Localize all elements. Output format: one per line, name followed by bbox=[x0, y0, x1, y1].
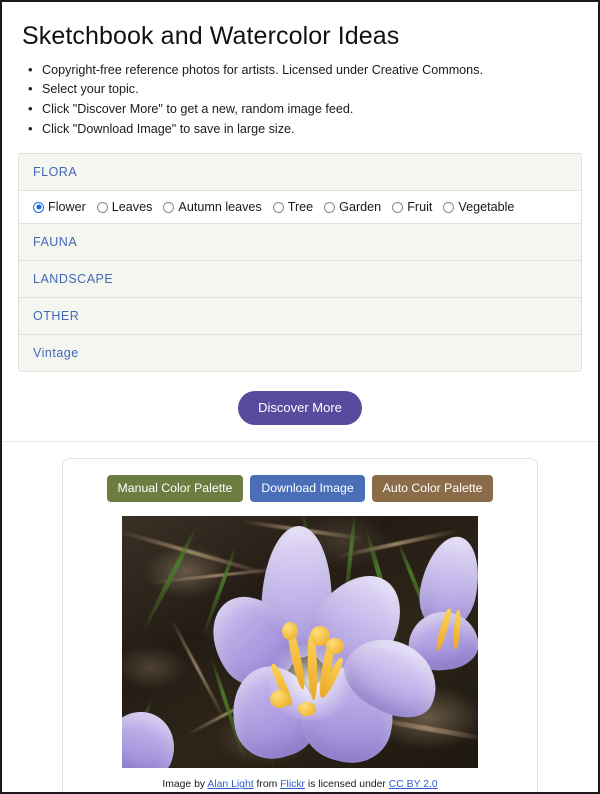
radio-label: Vegetable bbox=[458, 200, 515, 215]
twig-shape bbox=[372, 716, 478, 741]
radio-mark-icon bbox=[96, 201, 108, 213]
accordion-header-landscape[interactable]: LANDSCAPE bbox=[19, 261, 581, 298]
page-root: Sketchbook and Watercolor Ideas Copyrigh… bbox=[0, 0, 600, 794]
accordion-item-fauna: FAUNA bbox=[19, 223, 581, 261]
radio-option-vegetable[interactable]: Vegetable bbox=[443, 200, 514, 214]
radio-option-autumn-leaves[interactable]: Autumn leaves bbox=[163, 200, 262, 215]
petal-shape bbox=[333, 623, 451, 731]
image-caption: Image by Alan Light from Flickr is licen… bbox=[79, 779, 521, 791]
stamen-shape bbox=[306, 634, 319, 701]
radio-label: Flower bbox=[48, 200, 86, 215]
stamen-shape bbox=[285, 628, 308, 691]
accordion-item-landscape: LANDSCAPE bbox=[19, 260, 581, 298]
intro-bullet: Click "Discover More" to get a new, rand… bbox=[28, 100, 582, 120]
anther-shape bbox=[298, 702, 316, 717]
twig-shape bbox=[336, 529, 456, 559]
stamen-shape bbox=[317, 640, 336, 699]
twig-shape bbox=[152, 567, 282, 585]
result-card: Manual Color Palette Download Image Auto… bbox=[62, 458, 538, 792]
grass-blade bbox=[300, 516, 321, 619]
radio-option-fruit[interactable]: Fruit bbox=[392, 200, 432, 214]
intro-bullet-list: Copyright-free reference photos for arti… bbox=[18, 61, 582, 139]
auto-color-palette-button[interactable]: Auto Color Palette bbox=[371, 475, 494, 503]
discover-more-area: Discover More bbox=[18, 372, 582, 441]
radio-option-tree[interactable]: Tree bbox=[272, 200, 314, 215]
crocus-flower-photo[interactable] bbox=[122, 516, 478, 769]
accordion-header-vintage[interactable]: Vintage bbox=[19, 335, 581, 372]
accordion-item-vintage: Vintage bbox=[19, 334, 581, 372]
flora-radio-group: Flower Leaves Autumn leaves Tree Garden … bbox=[33, 200, 567, 214]
grass-blade bbox=[209, 656, 247, 763]
flower-center-glow bbox=[262, 644, 358, 721]
petal-shape bbox=[259, 525, 335, 660]
discover-more-button[interactable]: Discover More bbox=[238, 391, 362, 426]
accordion-panel-flora: Flower Leaves Autumn leaves Tree Garden … bbox=[19, 190, 581, 224]
photo-background bbox=[122, 516, 478, 769]
stamen-shape bbox=[434, 608, 453, 653]
radio-label: Garden bbox=[339, 200, 382, 215]
grass-blade bbox=[141, 525, 200, 632]
download-image-button[interactable]: Download Image bbox=[250, 475, 365, 503]
radio-label: Autumn leaves bbox=[178, 200, 262, 215]
grass-blade bbox=[122, 699, 155, 769]
intro-bullet: Copyright-free reference photos for arti… bbox=[28, 61, 582, 81]
intro-bullet: Click "Download Image" to save in large … bbox=[28, 120, 582, 140]
stamen-shape bbox=[452, 610, 462, 651]
photo-area bbox=[79, 516, 521, 769]
stamen-shape bbox=[268, 662, 296, 709]
anther-shape bbox=[270, 690, 290, 709]
caption-author-link[interactable]: Alan Light bbox=[207, 779, 253, 790]
radio-option-leaves[interactable]: Leaves bbox=[96, 200, 153, 215]
accordion-item-flora: FLORA Flower Leaves Autumn leaves Tree G… bbox=[19, 154, 581, 224]
petal-shape bbox=[293, 656, 405, 769]
twig-shape bbox=[186, 691, 268, 737]
petal-shape bbox=[220, 656, 328, 769]
topic-accordion: FLORA Flower Leaves Autumn leaves Tree G… bbox=[18, 153, 582, 373]
petal-shape bbox=[122, 700, 186, 769]
intro-bullet: Select your topic. bbox=[28, 80, 582, 100]
radio-option-flower[interactable]: Flower bbox=[33, 200, 86, 214]
twig-shape bbox=[122, 529, 264, 576]
anther-shape bbox=[282, 622, 298, 641]
radio-mark-icon bbox=[324, 201, 336, 213]
radio-label: Leaves bbox=[111, 200, 153, 215]
twig-shape bbox=[242, 520, 362, 541]
radio-mark-icon bbox=[33, 201, 44, 213]
petal-shape bbox=[293, 558, 421, 691]
radio-mark-icon bbox=[392, 201, 404, 213]
accordion-header-fauna[interactable]: FAUNA bbox=[19, 224, 581, 261]
grass-blade bbox=[363, 528, 402, 645]
petal-shape bbox=[412, 531, 478, 636]
caption-license-link[interactable]: CC BY 2.0 bbox=[389, 779, 438, 790]
radio-mark-icon bbox=[443, 201, 455, 213]
stamen-shape bbox=[318, 656, 346, 700]
accordion-header-other[interactable]: OTHER bbox=[19, 298, 581, 335]
anther-shape bbox=[326, 638, 344, 655]
accordion-item-other: OTHER bbox=[19, 297, 581, 335]
grass-blade bbox=[342, 516, 358, 609]
radio-label: Fruit bbox=[407, 200, 433, 215]
page-title: Sketchbook and Watercolor Ideas bbox=[22, 22, 400, 50]
caption-middle: from bbox=[253, 779, 281, 791]
accordion-header-flora[interactable]: FLORA bbox=[19, 154, 581, 191]
caption-prefix: Image by bbox=[162, 779, 208, 791]
section-divider bbox=[2, 441, 598, 443]
caption-source-link[interactable]: Flickr bbox=[280, 779, 305, 790]
grass-blade bbox=[394, 537, 438, 636]
caption-suffix: is licensed under bbox=[305, 779, 389, 791]
petal-shape bbox=[194, 580, 312, 701]
radio-mark-icon bbox=[163, 201, 175, 213]
radio-label: Tree bbox=[287, 200, 314, 215]
radio-mark-icon bbox=[272, 201, 284, 213]
twig-shape bbox=[169, 618, 225, 718]
palette-button-row: Manual Color Palette Download Image Auto… bbox=[79, 475, 521, 503]
grass-blade bbox=[201, 544, 239, 637]
petal-shape bbox=[405, 608, 478, 674]
grass-blade bbox=[252, 677, 276, 768]
manual-color-palette-button[interactable]: Manual Color Palette bbox=[106, 475, 244, 503]
page-content: Sketchbook and Watercolor Ideas Copyrigh… bbox=[2, 2, 598, 792]
anther-shape bbox=[310, 626, 330, 647]
radio-option-garden[interactable]: Garden bbox=[324, 200, 381, 214]
